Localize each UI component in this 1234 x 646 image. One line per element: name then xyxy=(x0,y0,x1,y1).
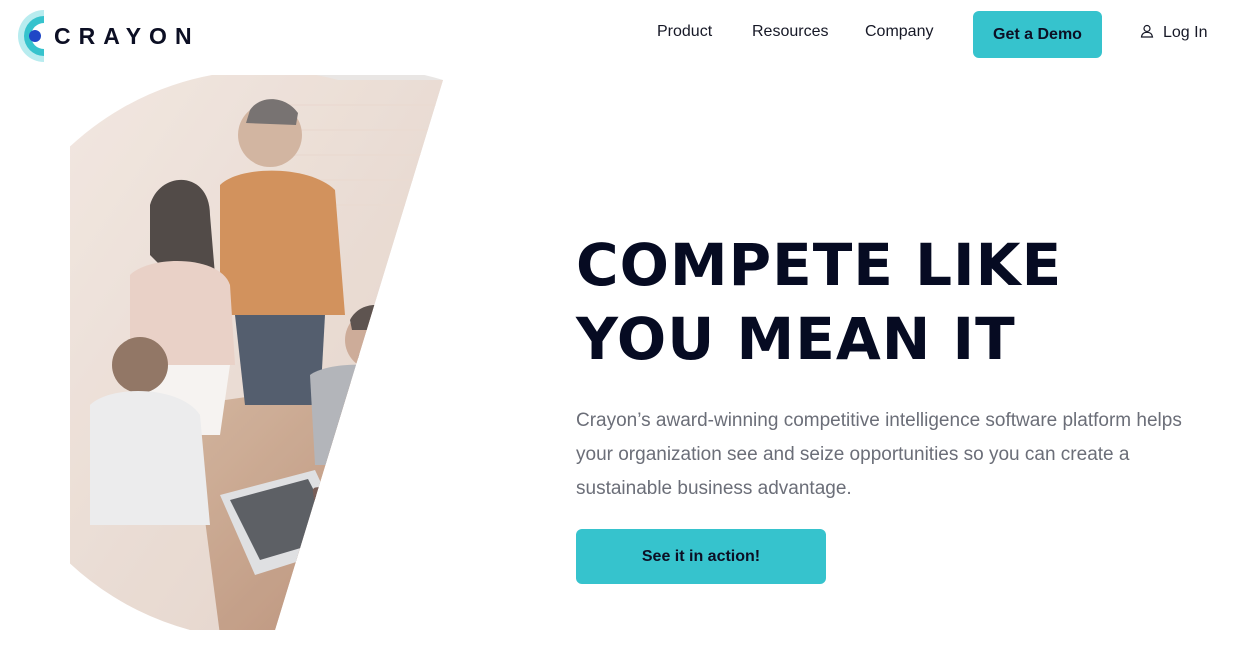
hero-headline: COMPETE LIKE YOU MEAN IT xyxy=(576,231,1063,373)
login-link[interactable]: Log In xyxy=(1140,23,1207,42)
nav-product[interactable]: Product xyxy=(657,23,712,41)
user-icon xyxy=(1140,23,1154,42)
login-label: Log In xyxy=(1163,23,1208,41)
hero-description: Crayon’s award-winning competitive intel… xyxy=(576,410,1182,499)
nav-resources[interactable]: Resources xyxy=(752,23,828,41)
nav-company[interactable]: Company xyxy=(865,23,933,41)
hero-team-image xyxy=(70,67,450,635)
get-demo-button[interactable]: Get a Demo xyxy=(973,11,1102,58)
site-header: CRAYON Product Resources Company Get a D… xyxy=(0,0,1234,70)
main-navigation: Product Resources Company Get a Demo Log… xyxy=(0,11,1234,59)
see-it-in-action-button[interactable]: See it in action! xyxy=(576,529,826,584)
